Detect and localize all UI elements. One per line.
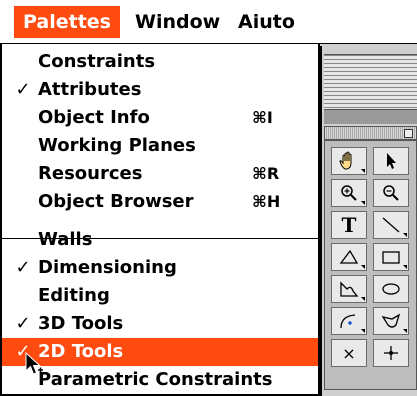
pan-hand-tool[interactable]: [331, 147, 367, 175]
menu-item-parametric-constraints[interactable]: Parametric Constraints: [2, 366, 318, 394]
menu-item-shortcut: ⌘R: [252, 164, 280, 183]
locus-tool[interactable]: [373, 339, 409, 367]
zoom-out-tool[interactable]: [373, 179, 409, 207]
menu-bar: Palettes Window Aiuto: [0, 0, 417, 44]
text-tool-icon: T: [341, 213, 357, 237]
tool-palette: T ×: [324, 140, 417, 390]
menu-item-label: 3D Tools: [38, 313, 124, 334]
menu-item-shortcut: ⌘I: [252, 108, 273, 127]
menu-item-label: Parametric Constraints: [38, 369, 273, 390]
check-icon: ✓: [15, 79, 31, 100]
menu-aiuto[interactable]: Aiuto: [229, 6, 304, 38]
delete-x-icon: ×: [342, 343, 356, 363]
menu-item-label: 2D Tools: [38, 341, 124, 362]
window-title-bar: [324, 54, 417, 110]
menu-item-3d-tools[interactable]: ✓ 3D Tools: [2, 310, 318, 338]
menu-item-attributes[interactable]: ✓ Attributes: [2, 76, 318, 104]
selection-arrow-icon: [387, 153, 396, 169]
mouse-cursor-icon: [25, 352, 43, 375]
menu-palettes[interactable]: Palettes: [14, 6, 120, 38]
menu-item-label: Attributes: [38, 79, 142, 100]
check-icon: ✓: [15, 257, 31, 278]
menu-item-editing[interactable]: Editing: [2, 282, 318, 310]
polygon-tool-icon: [339, 249, 359, 264]
zoom-in-icon: [341, 185, 357, 201]
menu-item-constraints[interactable]: Constraints: [2, 48, 318, 76]
line-tool-icon: [382, 217, 400, 233]
polyline-curve-icon: [381, 313, 401, 328]
check-icon: ✓: [15, 313, 31, 334]
menu-item-label: Object Browser: [38, 191, 194, 212]
menu-item-working-planes[interactable]: Working Planes: [2, 132, 318, 160]
menu-item-label: Editing: [38, 285, 110, 306]
palettes-menu: Constraints ✓ Attributes Object Info ⌘I …: [0, 44, 320, 396]
menu-item-label: Object Info: [38, 107, 150, 128]
line-tool[interactable]: [373, 211, 409, 239]
arc-tool-icon: [340, 314, 356, 329]
menu-item-object-browser[interactable]: Object Browser ⌘H: [2, 188, 318, 216]
zoom-in-tool[interactable]: [331, 179, 367, 207]
menu-item-label: Constraints: [38, 51, 156, 72]
pan-hand-icon: [339, 151, 352, 170]
oval-tool-icon: [382, 283, 400, 295]
menu-item-label: Walls: [38, 229, 93, 250]
freehand-polyline-icon: [340, 281, 359, 297]
menu-item-label: Resources: [38, 163, 143, 184]
polygon-tool[interactable]: [331, 243, 367, 271]
delete-tool[interactable]: ×: [331, 339, 367, 367]
menu-window[interactable]: Window: [126, 6, 229, 38]
rectangle-tool[interactable]: [373, 243, 409, 271]
polyline-tool[interactable]: [373, 307, 409, 335]
menu-item-object-info[interactable]: Object Info ⌘I: [2, 104, 318, 132]
text-tool[interactable]: T: [331, 211, 367, 239]
menu-item-label: Dimensioning: [38, 257, 177, 278]
rectangle-tool-icon: [382, 251, 400, 264]
menu-item-shortcut: ⌘H: [252, 192, 281, 211]
tool-palette-title-bar[interactable]: [324, 126, 417, 140]
palette-zoom-box[interactable]: [404, 129, 413, 138]
zoom-out-icon: [383, 185, 399, 201]
menu-item-label: Working Planes: [38, 135, 196, 156]
menu-item-resources[interactable]: Resources ⌘R: [2, 160, 318, 188]
menu-item-dimensioning[interactable]: ✓ Dimensioning: [2, 254, 318, 282]
oval-tool[interactable]: [373, 275, 409, 303]
freehand-tool[interactable]: [331, 275, 367, 303]
window-strip: [324, 110, 417, 124]
selection-tool[interactable]: [373, 147, 409, 175]
arc-tool[interactable]: [331, 307, 367, 335]
locus-point-icon: [384, 346, 398, 360]
menu-item-walls[interactable]: Walls: [2, 226, 318, 254]
menu-item-2d-tools[interactable]: ✓ 2D Tools: [2, 338, 318, 366]
